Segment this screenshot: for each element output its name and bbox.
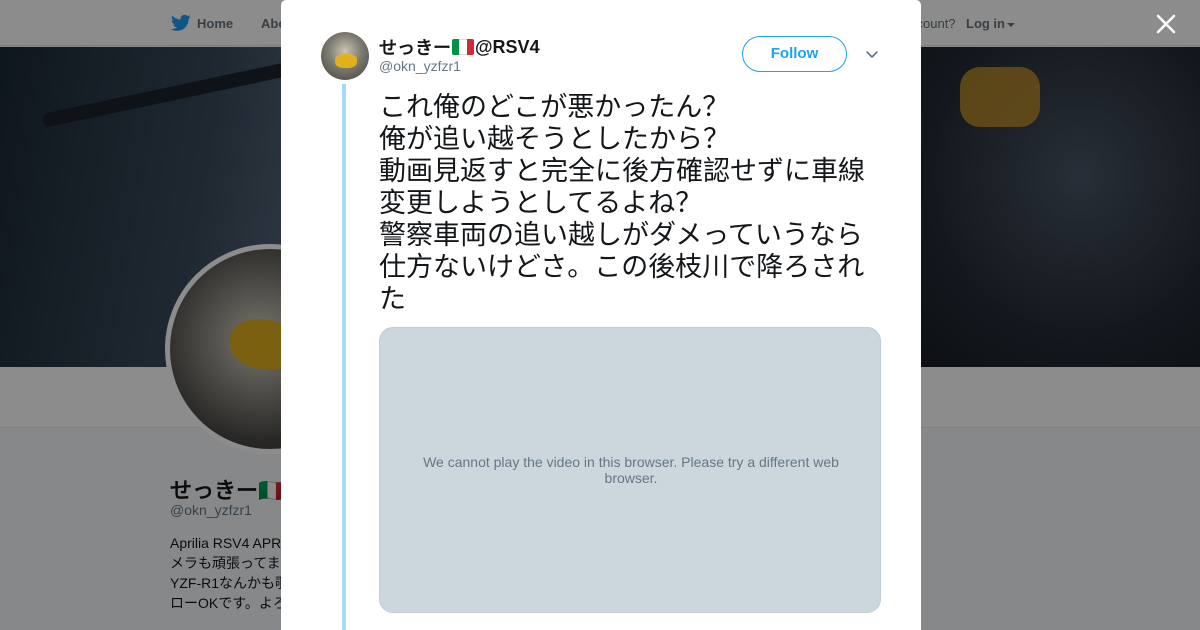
video-error-message: We cannot play the video in this browser… [423,454,839,486]
italy-flag-icon [452,39,474,55]
thread-line [342,84,346,630]
display-name-prefix: せっきー [379,38,451,58]
video-player[interactable]: We cannot play the video in this browser… [379,327,881,613]
tweet-modal: せっきー @RSV4 @okn_yzfzr1 Follow これ俺のどこが悪かっ… [281,0,921,630]
follow-button[interactable]: Follow [742,36,847,72]
chevron-down-icon[interactable] [864,46,880,62]
close-icon[interactable] [1152,10,1180,38]
username[interactable]: @okn_yzfzr1 [379,58,461,74]
tweet-text: これ俺のどこが悪かったん？ 俺が追い越そうとしたから？ 動画見返すと完全に後方確… [379,92,865,315]
avatar[interactable] [321,32,369,80]
display-name-suffix: @RSV4 [475,36,540,57]
display-name[interactable]: せっきー @RSV4 [379,34,540,60]
